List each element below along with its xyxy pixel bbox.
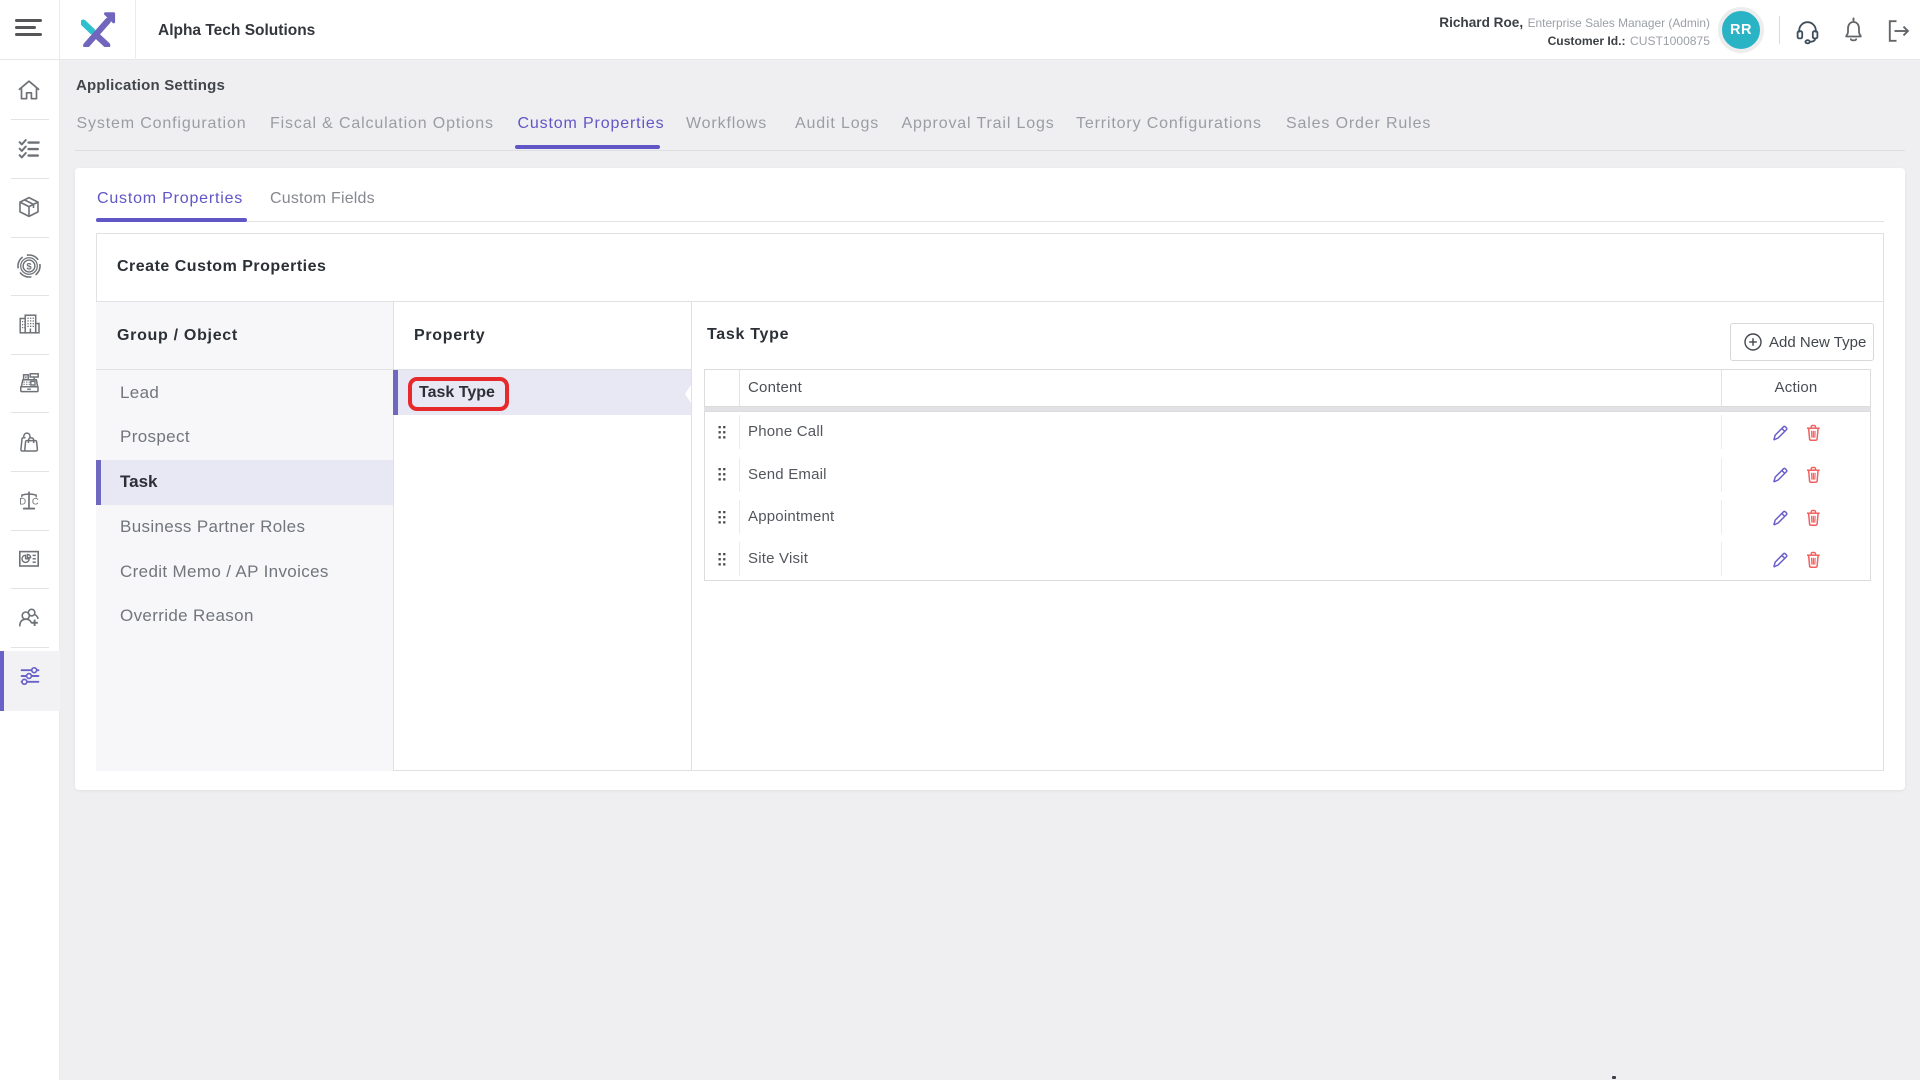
svg-text:C: C bbox=[32, 497, 39, 508]
svg-text:$: $ bbox=[26, 261, 32, 272]
svg-text:D: D bbox=[19, 497, 26, 508]
